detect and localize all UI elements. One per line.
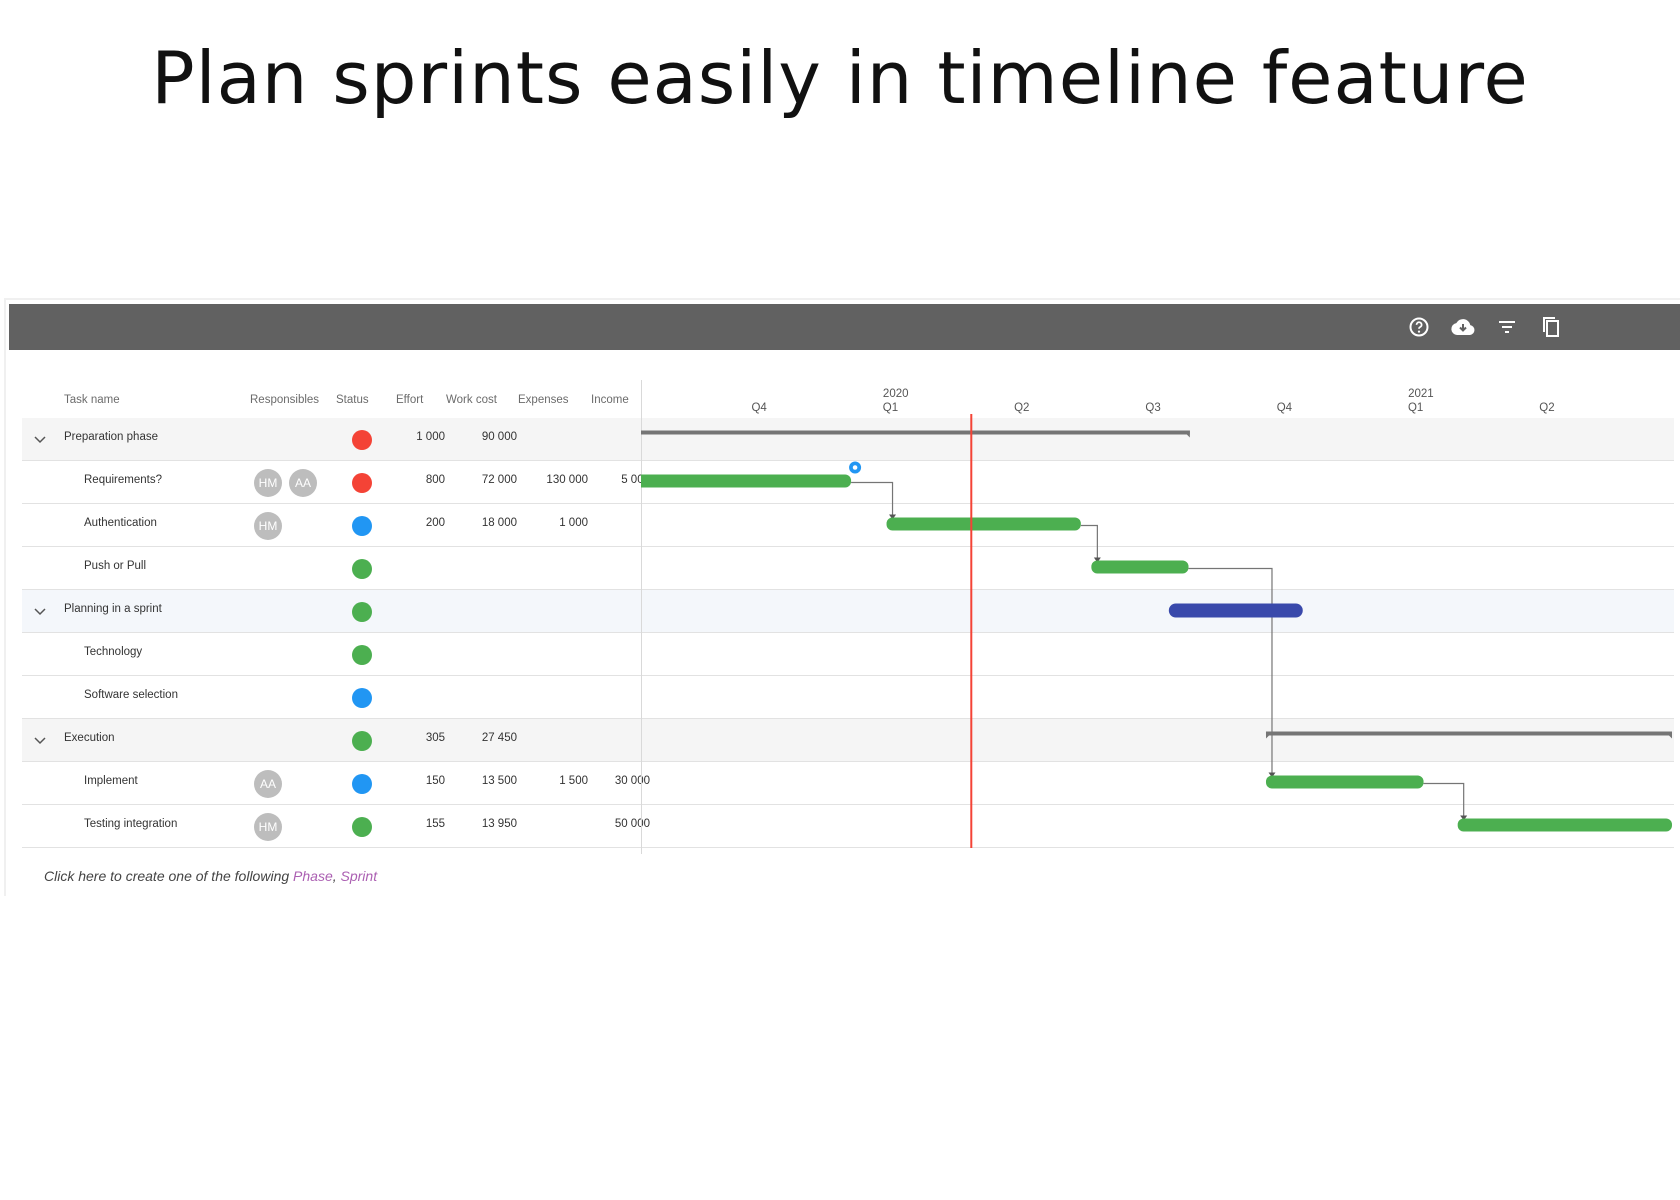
task-bar[interactable] (886, 517, 1081, 531)
gantt-chart (641, 414, 1672, 848)
create-sprint-link[interactable]: Sprint (341, 868, 378, 884)
task-bar[interactable] (1265, 775, 1424, 789)
task-bar[interactable] (1091, 560, 1189, 574)
task-grid: Task name Responsibles Status Effort Wor… (6, 300, 1680, 896)
create-hint-text: Click here to create one of the followin… (44, 868, 294, 884)
task-bar-start (641, 474, 649, 488)
task-bar[interactable] (641, 474, 852, 488)
create-phase-link[interactable]: Phase (293, 868, 333, 884)
phase-bar[interactable] (1265, 731, 1672, 736)
page-headline: Plan sprints easily in timeline feature (151, 36, 1529, 120)
dependency-link (1080, 524, 1098, 562)
dependency-link (1188, 567, 1273, 777)
sprint-bar[interactable] (1168, 603, 1303, 618)
phase-bar[interactable] (641, 430, 1190, 435)
create-hint-separator: , (332, 868, 341, 884)
milestone-pin-center (852, 465, 858, 470)
create-item-hint: Click here to create one of the followin… (44, 868, 377, 884)
dependency-link (1423, 782, 1465, 820)
task-bar[interactable] (1457, 818, 1672, 832)
timeline-app: Task name Responsibles Status Effort Wor… (4, 298, 1680, 896)
dependency-link (851, 481, 894, 519)
